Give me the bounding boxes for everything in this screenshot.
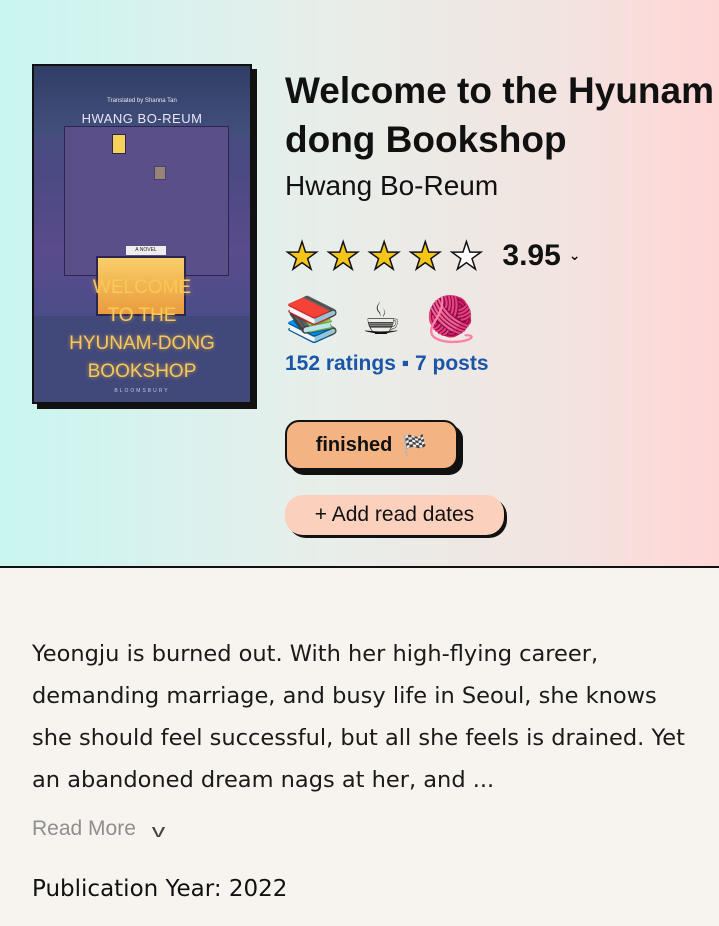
cover-novel-tag: A NOVEL — [126, 246, 166, 255]
reading-status-button[interactable]: finished 🏁 — [285, 420, 458, 470]
cover-window — [112, 134, 126, 154]
yarn-icon: 🧶 — [423, 294, 479, 345]
books-icon: 📚 — [285, 294, 340, 345]
book-author[interactable]: Hwang Bo-Reum — [285, 168, 719, 204]
book-cover[interactable]: Translated by Shanna Tan HWANG BO-REUM A… — [32, 64, 252, 404]
cover-title-line: TO THE — [107, 305, 177, 326]
book-info: Welcome to the Hyunam dong Bookshop Hwan… — [285, 66, 719, 376]
add-read-dates-button[interactable]: + Add read dates — [285, 495, 504, 535]
book-title-line-2: dong Bookshop — [285, 119, 567, 160]
star-filled-icon: ★ — [325, 234, 361, 278]
book-title-line-1: Welcome to the Hyunam — [285, 70, 715, 111]
rating-row[interactable]: ★ ★ ★ ★ ★ 3.95 ⌄ — [285, 234, 719, 278]
cover-publisher: BLOOMSBURY — [114, 388, 170, 394]
cover-title-line: BOOKSHOP — [87, 361, 197, 382]
ratings-posts-link[interactable]: 152 ratings ▪ 7 posts — [285, 352, 719, 376]
status-label: finished — [315, 433, 393, 456]
star-filled-icon: ★ — [285, 234, 320, 278]
book-description: Yeongju is burned out. With her high-fly… — [32, 641, 685, 793]
average-rating: 3.95 — [502, 239, 561, 272]
coffee-icon: ☕ — [361, 294, 402, 345]
book-header: Translated by Shanna Tan HWANG BO-REUM A… — [0, 0, 719, 568]
chevron-down-icon: v — [151, 821, 166, 841]
cover-author: HWANG BO-REUM — [81, 111, 203, 126]
checkered-flag-icon: 🏁 — [402, 434, 428, 457]
publication-year: Publication Year: 2022 — [32, 876, 288, 902]
cover-title-line: WELCOME — [92, 277, 192, 298]
cover-translator: Translated by Shanna Tan — [107, 98, 177, 104]
cover-title-line: HYUNAM-DONG — [69, 333, 215, 354]
read-more-button[interactable]: Read More v — [32, 815, 166, 842]
mood-emojis: 📚 ☕ 🧶 — [285, 292, 719, 348]
star-filled-icon: ★ — [366, 234, 402, 278]
star-filled-icon: ★ — [407, 234, 443, 278]
chevron-down-icon[interactable]: ⌄ — [569, 248, 581, 264]
cover-window — [154, 166, 166, 180]
book-title: Welcome to the Hyunam dong Bookshop — [285, 66, 719, 164]
cover-title: WELCOME TO THE HYUNAM-DONG BOOKSHOP — [34, 274, 250, 386]
star-empty-icon: ★ — [449, 234, 485, 278]
read-more-label: Read More — [32, 816, 136, 840]
